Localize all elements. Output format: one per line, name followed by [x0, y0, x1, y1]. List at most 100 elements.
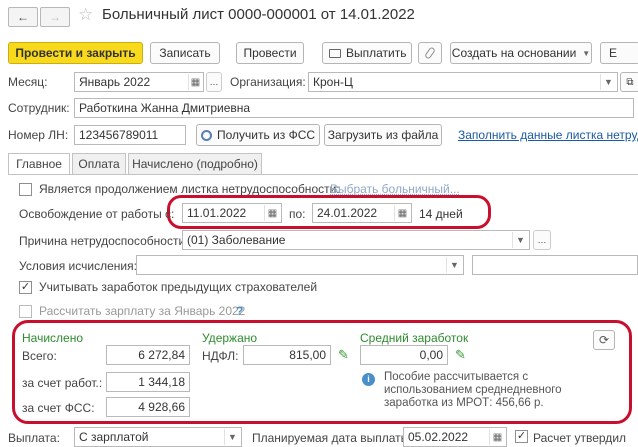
- refresh-icon: ⟳: [598, 333, 610, 347]
- tab-panel-border: [8, 174, 638, 175]
- chevron-down-icon[interactable]: ▼: [512, 232, 528, 248]
- planned-date-value: 05.02.2022: [408, 430, 469, 444]
- chevron-down-icon[interactable]: ▼: [600, 74, 616, 90]
- total-value: 6 272,84: [138, 348, 185, 362]
- payment-field[interactable]: С зарплатой ▼: [74, 427, 242, 447]
- organization-open-button[interactable]: ⧉: [620, 72, 638, 92]
- calc-approved-checkbox[interactable]: ✓: [515, 430, 528, 443]
- conditions-field[interactable]: ▼: [136, 255, 464, 275]
- ln-number-label: Номер ЛН:: [8, 128, 69, 142]
- organization-field[interactable]: Крон-Ц ▼: [308, 72, 618, 92]
- release-from-label: Освобождение от работы с:: [19, 207, 175, 221]
- choose-sick-leave-link[interactable]: Выбрать больничный...: [330, 182, 460, 196]
- continuation-label: Является продолжением листка нетрудоспос…: [39, 182, 340, 196]
- ln-number-value: 123456789011: [79, 128, 159, 142]
- total-label: Всего:: [22, 349, 57, 363]
- avg-earnings-value: 0,00: [419, 348, 443, 362]
- pay-button[interactable]: Выплатить: [322, 42, 412, 64]
- month-label: Месяц:: [8, 75, 48, 89]
- employee-field[interactable]: Работкина Жанна Дмитриевна: [74, 98, 634, 118]
- conditions-label: Условия исчисления:: [19, 259, 137, 273]
- calendar-icon[interactable]: ▦: [264, 205, 280, 221]
- calendar-icon[interactable]: ▦: [489, 429, 505, 445]
- fss-value: 4 928,66: [138, 400, 185, 414]
- attachment-button[interactable]: [418, 42, 442, 64]
- tab-accrued-detail[interactable]: Начислено (подробно): [128, 153, 262, 175]
- window-title: Больничный лист 0000-000001 от 14.01.202…: [102, 6, 415, 23]
- date-from-value: 11.01.2022: [187, 206, 247, 220]
- month-value: Январь 2022: [79, 75, 151, 89]
- calendar-icon[interactable]: ▦: [394, 205, 410, 221]
- calc-salary-checkbox[interactable]: [19, 305, 32, 318]
- create-based-label: Создать на основании: [451, 46, 577, 60]
- post-and-close-button[interactable]: Провести и закрыть: [8, 42, 143, 64]
- calendar-icon[interactable]: ▦: [188, 74, 202, 90]
- paperclip-icon: [424, 46, 436, 60]
- total-value-field[interactable]: 6 272,84: [106, 345, 190, 365]
- fss-label: за счет ФСС:: [22, 401, 95, 415]
- get-from-fss-button[interactable]: Получить из ФСС: [196, 124, 320, 146]
- employer-value: 1 344,18: [138, 375, 185, 389]
- pay-button-label: Выплатить: [346, 46, 407, 60]
- payment-label: Выплата:: [8, 431, 60, 445]
- load-from-file-button[interactable]: Загрузить из файла: [324, 124, 442, 146]
- date-to-label: по:: [289, 207, 306, 221]
- chevron-down-icon: ▼: [582, 48, 591, 58]
- info-text-line-1: Пособие рассчитывается с: [384, 371, 529, 383]
- star-icon[interactable]: ☆: [78, 5, 93, 25]
- create-based-button[interactable]: Создать на основании ▼: [450, 42, 592, 64]
- refresh-button[interactable]: ⟳: [593, 330, 615, 350]
- month-field[interactable]: Январь 2022 ▦: [74, 72, 204, 92]
- organization-label: Организация:: [230, 75, 306, 89]
- help-icon[interactable]: ?: [236, 304, 243, 318]
- post-button[interactable]: Провести: [236, 42, 304, 64]
- date-to-value: 24.01.2022: [317, 206, 378, 220]
- tab-payment[interactable]: Оплата: [72, 153, 126, 175]
- info-text-line-3: заработка из МРОТ: 456,66 р.: [384, 397, 544, 409]
- info-text-line-2: использованием среднедневного: [384, 384, 562, 396]
- cause-value: (01) Заболевание: [187, 233, 286, 247]
- forward-button[interactable]: →: [40, 7, 70, 27]
- planned-date-field[interactable]: 05.02.2022 ▦: [403, 427, 507, 447]
- avg-earnings-field[interactable]: 0,00: [360, 345, 448, 365]
- ndfl-label: НДФЛ:: [202, 349, 239, 363]
- cause-label: Причина нетрудоспособности:: [19, 234, 189, 248]
- ndfl-value-field[interactable]: 815,00: [243, 345, 331, 365]
- pencil-icon[interactable]: ✎: [338, 347, 349, 363]
- prev-insurers-checkbox[interactable]: ✓: [19, 281, 32, 294]
- pencil-icon[interactable]: ✎: [455, 347, 466, 363]
- back-button[interactable]: ←: [8, 7, 38, 27]
- planned-date-label: Планируемая дата выплаты:: [252, 431, 413, 445]
- prev-insurers-label: Учитывать заработок предыдущих страховат…: [39, 280, 318, 294]
- cause-field[interactable]: (01) Заболевание ▼: [182, 230, 530, 250]
- more-button[interactable]: Е: [600, 42, 638, 64]
- chevron-down-icon[interactable]: ▼: [446, 257, 462, 273]
- calc-salary-label: Рассчитать зарплату за Январь 2022: [39, 304, 246, 318]
- organization-value: Крон-Ц: [313, 75, 353, 89]
- tab-main[interactable]: Главное: [8, 153, 70, 175]
- fill-sick-leave-data-link[interactable]: Заполнить данные листка нетрудо: [458, 128, 638, 142]
- fss-icon: [200, 129, 212, 141]
- fss-value-field[interactable]: 4 928,66: [106, 397, 190, 417]
- cause-select-button[interactable]: …: [533, 230, 551, 250]
- accrued-title: Начислено: [22, 331, 84, 345]
- payment-value: С зарплатой: [79, 430, 149, 444]
- employer-label: за счет работ.:: [22, 376, 103, 390]
- days-count: 14 дней: [419, 207, 463, 221]
- date-to-field[interactable]: 24.01.2022 ▦: [312, 203, 412, 223]
- chevron-down-icon[interactable]: ▼: [224, 429, 240, 445]
- get-from-fss-label: Получить из ФСС: [216, 128, 316, 142]
- avg-earnings-title: Средний заработок: [360, 331, 469, 345]
- save-button[interactable]: Записать: [150, 42, 220, 64]
- continuation-checkbox[interactable]: [19, 183, 32, 196]
- employee-label: Сотрудник:: [8, 101, 70, 115]
- ln-number-field[interactable]: 123456789011: [74, 125, 186, 145]
- withheld-title: Удержано: [202, 331, 258, 345]
- date-from-field[interactable]: 11.01.2022 ▦: [182, 203, 282, 223]
- conditions-extra-field[interactable]: [472, 255, 638, 275]
- employer-value-field[interactable]: 1 344,18: [106, 372, 190, 392]
- pay-icon: [329, 48, 341, 58]
- employee-value: Работкина Жанна Дмитриевна: [79, 101, 251, 115]
- calc-approved-label: Расчет утвердил: [533, 431, 627, 445]
- month-clear-button[interactable]: …: [206, 72, 222, 92]
